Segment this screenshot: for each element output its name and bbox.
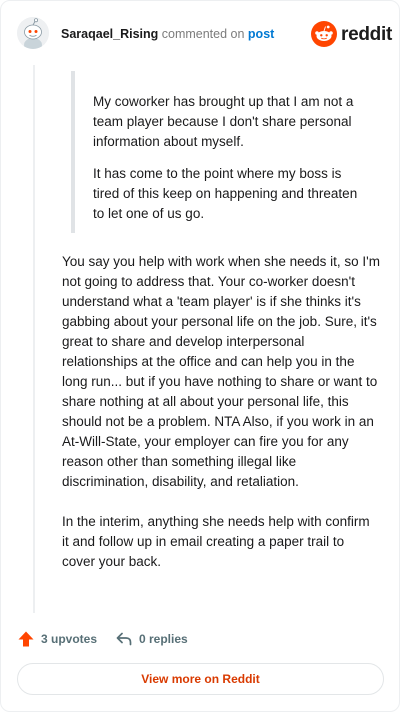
comment-body: You say you help with work when she need… [62,252,380,592]
post-link[interactable]: post [248,27,274,41]
thread-line [33,65,35,613]
comment-embed-card: Saraqael_Rising commented on post reddit… [0,0,400,712]
quote-paragraph: My coworker has brought up that I am not… [93,94,354,149]
quote-paragraph: It has come to the point where my boss i… [93,166,358,221]
reddit-logo[interactable]: reddit [311,21,392,49]
comment-paragraph: You say you help with work when she need… [62,254,381,489]
comment-paragraph: In the interim, anything she needs help … [62,514,370,569]
view-more-button[interactable]: View more on Reddit [17,663,384,695]
comment-header: Saraqael_Rising commented on post reddit [17,17,392,53]
snoo-avatar-icon [17,17,49,49]
byline: Saraqael_Rising commented on post [61,26,274,42]
upvote-count: 3 upvotes [41,632,98,646]
reddit-logo-icon [311,21,337,47]
quoted-text: My coworker has brought up that I am not… [71,71,371,233]
comment-actions: 3 upvotes 0 replies [17,627,317,651]
upvote-arrow-icon [18,631,34,647]
commented-on-label: commented on [161,27,245,41]
replies-button[interactable]: 0 replies [115,627,188,651]
reddit-wordmark: reddit [341,24,392,45]
reply-count: 0 replies [139,632,188,646]
user-avatar[interactable] [17,17,49,49]
username-link[interactable]: Saraqael_Rising [61,27,158,41]
reply-arrow-icon [116,632,132,646]
upvote-button[interactable]: 3 upvotes [17,627,97,651]
